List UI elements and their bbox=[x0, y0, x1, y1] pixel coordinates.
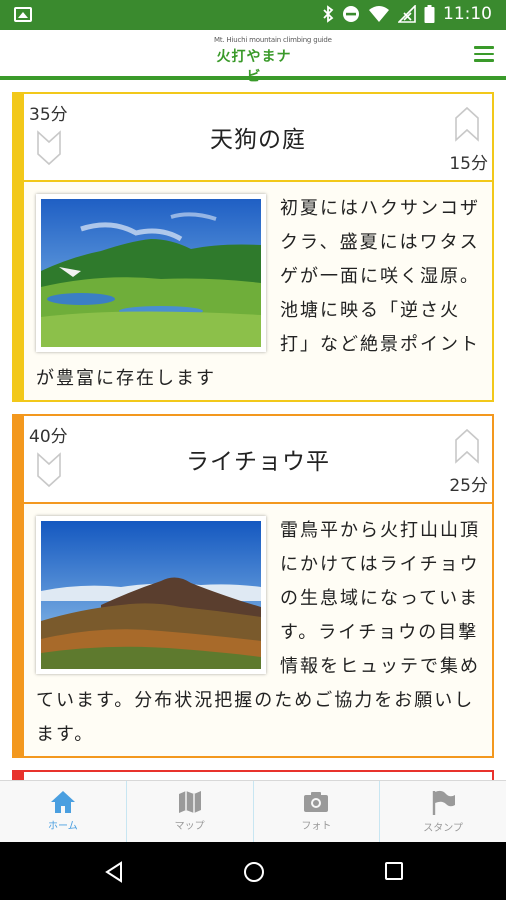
card-header: 35分 天狗の庭 15分 bbox=[24, 94, 492, 182]
app-header: Mt. Hiuchi mountain climbing guide 火打やまナ… bbox=[0, 30, 506, 85]
tab-label: フォト bbox=[301, 821, 332, 832]
hamburger-menu-icon[interactable] bbox=[474, 46, 494, 62]
home-icon bbox=[50, 791, 75, 813]
card-header: 40分 ライチョウ平 25分 bbox=[24, 416, 492, 504]
tab-home[interactable]: ホーム bbox=[0, 781, 127, 842]
status-bar: 11:10 bbox=[0, 0, 506, 30]
bottom-tab-bar: ホーム マップ フォト スタンプ bbox=[0, 780, 506, 842]
home-circle-icon[interactable] bbox=[243, 861, 265, 883]
card-title: ライチョウ平 bbox=[186, 449, 330, 475]
bookmark-icon[interactable] bbox=[454, 106, 480, 142]
no-signal-icon bbox=[398, 5, 416, 23]
status-time: 11:10 bbox=[443, 4, 492, 24]
tab-photo[interactable]: フォト bbox=[254, 781, 381, 842]
map-icon bbox=[178, 791, 201, 813]
card-title: 天狗の庭 bbox=[210, 127, 306, 153]
tab-stamp[interactable]: スタンプ bbox=[380, 781, 506, 842]
back-icon[interactable] bbox=[104, 861, 124, 883]
tab-label: スタンプ bbox=[423, 823, 463, 834]
route-photo[interactable] bbox=[36, 516, 266, 674]
logo-subtitle: Mt. Hiuchi mountain climbing guide bbox=[214, 36, 332, 44]
time-to-next: 25分 bbox=[449, 476, 488, 496]
do-not-disturb-icon bbox=[343, 6, 359, 22]
route-card[interactable]: 35分 天狗の庭 15分 初夏にはハクサンコザクラ、盛夏にはワタスゲが一面に咲く… bbox=[12, 92, 494, 402]
card-body: 初夏にはハクサンコザクラ、盛夏にはワタスゲが一面に咲く湿原。池塘に映る「逆さ火打… bbox=[24, 182, 492, 406]
system-nav-bar bbox=[0, 842, 506, 900]
battery-icon bbox=[424, 5, 435, 23]
flag-icon bbox=[432, 790, 456, 815]
route-card[interactable]: 40分 ライチョウ平 25分 雷鳥平から火打山山頂にかけてはライチョウの生息域に… bbox=[12, 414, 494, 758]
route-photo[interactable] bbox=[36, 194, 266, 352]
tab-label: ホーム bbox=[48, 821, 78, 832]
tab-label: マップ bbox=[174, 821, 205, 832]
bluetooth-icon bbox=[323, 5, 334, 23]
image-icon bbox=[14, 7, 32, 22]
card-body: 雷鳥平から火打山山頂にかけてはライチョウの生息域になっています。ライチョウの目撃… bbox=[24, 504, 492, 762]
camera-icon bbox=[304, 792, 329, 812]
app-logo[interactable]: Mt. Hiuchi mountain climbing guide 火打やまナ… bbox=[214, 36, 332, 85]
tab-map[interactable]: マップ bbox=[127, 781, 254, 842]
route-list[interactable]: 35分 天狗の庭 15分 初夏にはハクサンコザクラ、盛夏にはワタスゲが一面に咲く… bbox=[0, 84, 506, 780]
logo-title: 火打やまナビ bbox=[216, 49, 292, 85]
recents-icon[interactable] bbox=[384, 861, 404, 881]
time-to-next: 15分 bbox=[449, 154, 488, 174]
wifi-icon bbox=[369, 6, 389, 22]
bookmark-icon[interactable] bbox=[454, 428, 480, 464]
status-icons: 11:10 bbox=[322, 4, 492, 24]
route-card[interactable] bbox=[12, 770, 494, 780]
